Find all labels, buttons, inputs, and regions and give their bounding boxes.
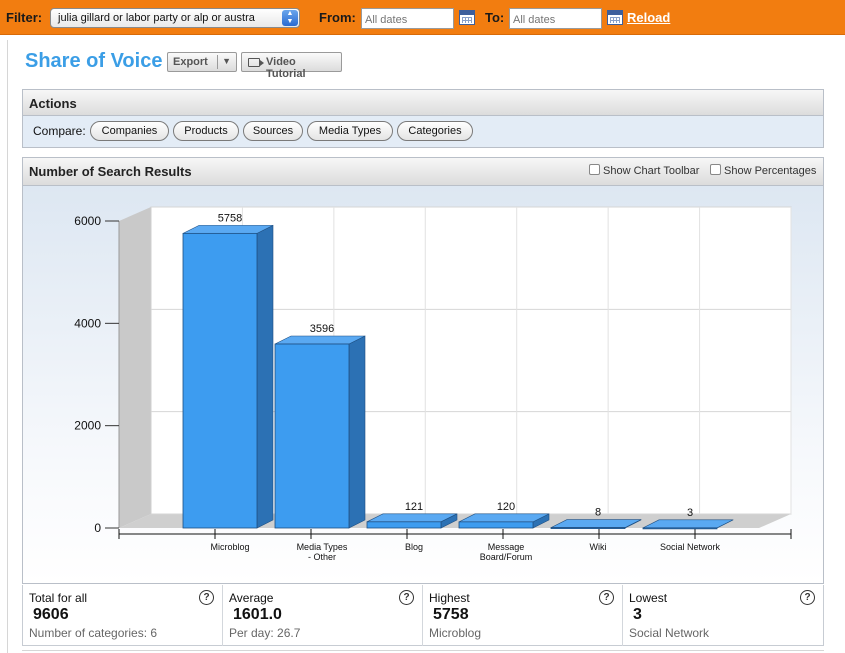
y-tick-label: 0 (94, 521, 101, 535)
bar-side (256, 224, 274, 529)
page-left-rule (7, 40, 8, 653)
compare-companies-button[interactable]: Companies (90, 121, 169, 141)
y-tick-label: 4000 (74, 316, 101, 330)
stat-total-sub: Number of categories: 6 (29, 626, 158, 640)
bar (458, 521, 534, 529)
show-percentages-checkbox[interactable]: Show Percentages (710, 164, 816, 177)
export-divider (217, 55, 218, 69)
video-tutorial-button[interactable]: Video Tutorial (241, 52, 342, 80)
to-label: To: (485, 10, 505, 25)
x-category-label: Wiki (590, 542, 607, 552)
filter-query-value: julia gillard or labor party or alp or a… (58, 12, 255, 24)
bar-value-label: 121 (405, 501, 423, 513)
stat-lowest-value: 3 (633, 606, 642, 623)
bar-value-label: 3 (687, 507, 693, 519)
filter-query-select[interactable]: julia gillard or labor party or alp or a… (50, 8, 300, 28)
stat-highest-sub: Microblog (429, 626, 482, 640)
help-icon[interactable]: ? (599, 590, 614, 605)
stat-lowest-label: Lowest (629, 591, 668, 605)
from-label: From: (319, 10, 356, 25)
bar-chart: 6000 4000 2000 0 5758 Microblog 3596 Media Type… (74, 206, 792, 562)
chart-panel-header: Number of Search Results Show Chart Tool… (23, 158, 823, 186)
stat-highest: Highest 5758 Microblog ? (423, 585, 623, 646)
stat-average-label: Average (229, 591, 274, 605)
export-label: Export (173, 56, 208, 68)
dropdown-arrow-icon: ▼ (222, 56, 231, 66)
show-chart-toolbar-label: Show Chart Toolbar (603, 165, 700, 177)
reload-link[interactable]: Reload (627, 10, 670, 25)
y-tick-label: 2000 (74, 419, 101, 433)
compare-sources-button[interactable]: Sources (243, 121, 303, 141)
x-category-label: Blog (405, 542, 423, 552)
bar (550, 527, 626, 529)
bar (366, 521, 442, 529)
filter-label: Filter: (6, 10, 43, 25)
stats-row: Total for all 9606 Number of categories:… (22, 585, 824, 646)
bar-top (642, 519, 734, 529)
stat-lowest: Lowest 3 Social Network ? (623, 585, 823, 646)
bar (642, 527, 718, 530)
bar-top (274, 335, 366, 345)
chart-panel: Number of Search Results Show Chart Tool… (22, 157, 824, 584)
actions-title: Actions (23, 90, 823, 116)
compare-label: Compare: (33, 124, 86, 138)
checkbox-box (589, 164, 600, 175)
stat-average-value: 1601.0 (233, 606, 282, 623)
show-chart-toolbar-checkbox[interactable]: Show Chart Toolbar (589, 164, 699, 177)
y-tick-label: 6000 (74, 214, 101, 228)
stat-total-value: 9606 (33, 606, 69, 623)
chart-area: 6000 4000 2000 0 5758 Microblog 3596 Media Type… (23, 186, 823, 583)
stat-average: Average 1601.0 Per day: 26.7 ? (223, 585, 423, 646)
bar-value-label: 8 (595, 507, 601, 519)
bar-top (458, 513, 550, 523)
select-arrows-icon: ▲ ▼ (282, 10, 298, 26)
bar (274, 343, 350, 529)
video-tutorial-label: Video Tutorial (266, 56, 306, 80)
actions-panel: Actions Compare: Companies Products Sour… (22, 89, 824, 148)
compare-media-types-button[interactable]: Media Types (307, 121, 393, 141)
help-icon[interactable]: ? (199, 590, 214, 605)
actions-body: Compare: Companies Products Sources Medi… (23, 116, 823, 147)
bar-top (366, 513, 458, 523)
bar-top (550, 519, 642, 528)
x-category-label: Social Network (660, 542, 721, 552)
bar-side (348, 335, 366, 529)
x-category-label: - Other (308, 552, 336, 562)
checkbox-box (710, 164, 721, 175)
bar-top (182, 225, 274, 234)
chart-left-wall (119, 207, 151, 528)
to-date-input[interactable] (509, 8, 602, 29)
stat-lowest-sub: Social Network (629, 626, 710, 640)
stat-highest-value: 5758 (433, 606, 469, 623)
help-icon[interactable]: ? (399, 590, 414, 605)
page-title: Share of Voice (25, 50, 163, 72)
calendar-icon[interactable] (607, 10, 623, 25)
video-camera-icon (248, 58, 264, 67)
x-category-label: Microblog (210, 542, 249, 552)
show-percentages-label: Show Percentages (724, 165, 817, 177)
stat-average-sub: Per day: 26.7 (229, 626, 301, 640)
bar-value-label: 120 (497, 501, 515, 513)
x-category-label: Media Types (297, 542, 348, 552)
x-category-label: Message (488, 542, 525, 552)
stat-total-label: Total for all (29, 591, 88, 605)
calendar-icon[interactable] (459, 10, 475, 25)
filter-bar: Filter: julia gillard or labor party or … (0, 0, 845, 35)
stat-total: Total for all 9606 Number of categories:… (23, 585, 223, 646)
help-icon[interactable]: ? (800, 590, 815, 605)
bar-value-label: 5758 (218, 212, 242, 224)
compare-products-button[interactable]: Products (173, 121, 239, 141)
bar-value-label: 3596 (310, 323, 334, 335)
stat-highest-label: Highest (429, 591, 470, 605)
chart-title: Number of Search Results (29, 164, 192, 179)
export-button[interactable]: Export ▼ (167, 52, 237, 72)
bar (182, 232, 258, 529)
x-category-label: Board/Forum (480, 552, 533, 562)
compare-categories-button[interactable]: Categories (397, 121, 473, 141)
from-date-input[interactable] (361, 8, 454, 29)
